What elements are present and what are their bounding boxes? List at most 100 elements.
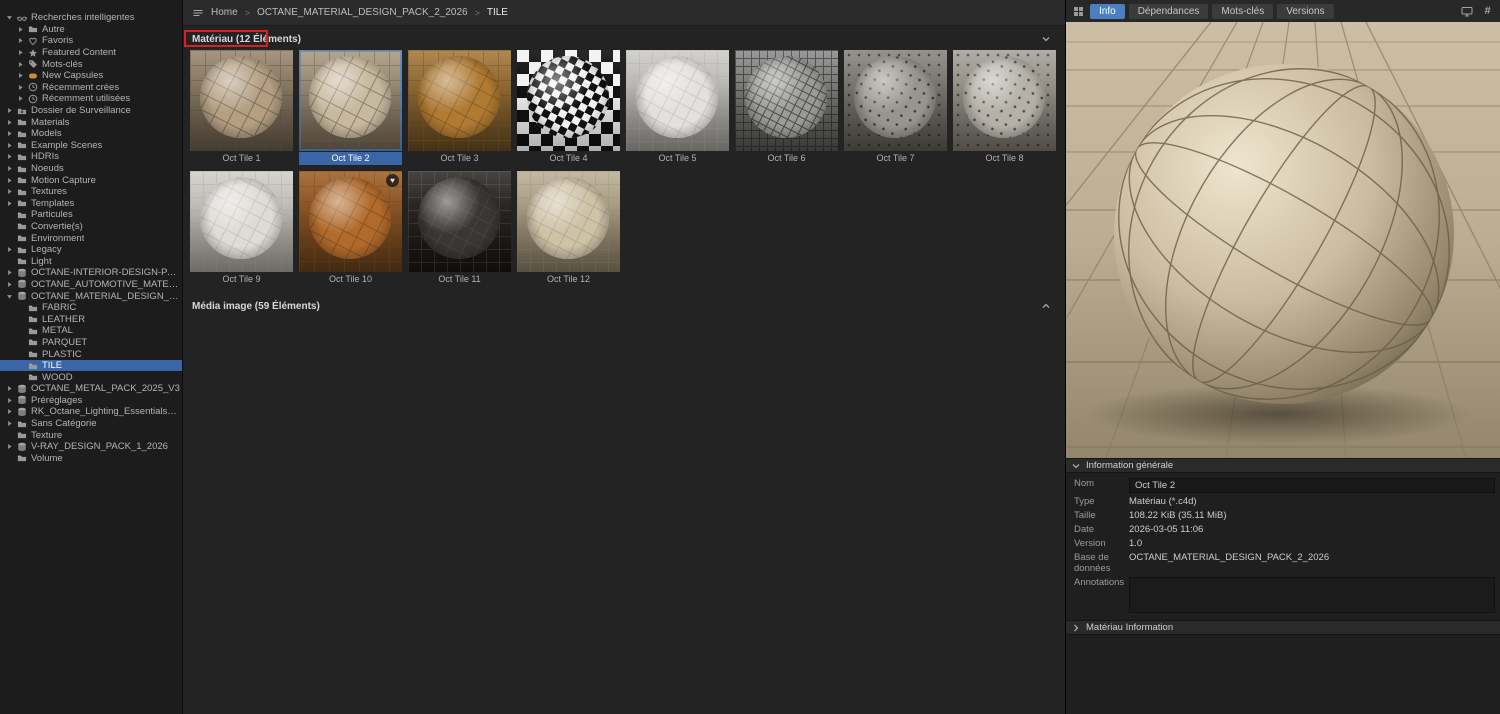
layout-icon[interactable] [1071,4,1086,19]
caret-right-icon[interactable] [6,118,14,126]
sidebar-item-texture[interactable]: Texture [0,429,182,441]
sidebar-item-v-ray-design-pack-1-2026[interactable]: V-RAY_DESIGN_PACK_1_2026 [0,441,182,453]
sidebar-item-light[interactable]: Light [0,255,182,267]
sidebar-item-r-cemment-utilis-es[interactable]: Récemment utilisées [0,93,182,105]
caret-right-icon[interactable] [6,165,14,173]
caret-right-icon[interactable] [6,269,14,277]
material-tile-oct-tile-8[interactable]: Oct Tile 8 [953,50,1056,165]
section-header-material-info[interactable]: Matériau Information [1066,620,1500,635]
caret-right-icon[interactable] [6,385,14,393]
sidebar-item-textures[interactable]: Textures [0,186,182,198]
material-tile-oct-tile-4[interactable]: Oct Tile 4 [517,50,620,165]
chevron-right-icon[interactable] [1071,623,1081,633]
popout-window-icon[interactable] [1459,4,1474,19]
sidebar-item-dossier-de-surveillance[interactable]: Dossier de Surveillance [0,105,182,117]
caret-right-icon[interactable] [6,199,14,207]
material-tile-oct-tile-6[interactable]: Oct Tile 6 [735,50,838,165]
section-header-materials[interactable]: Matériau (12 Éléments) [183,31,1065,47]
favorite-heart-icon[interactable]: ♥ [386,174,399,187]
material-thumbnail[interactable] [190,171,293,272]
sidebar-item-pr-r-glages[interactable]: Préréglages [0,395,182,407]
caret-right-icon[interactable] [17,37,25,45]
caret-right-icon[interactable] [6,246,14,254]
material-tile-oct-tile-5[interactable]: Oct Tile 5 [626,50,729,165]
info-value[interactable]: Oct Tile 2 [1129,478,1495,493]
sidebar-item-metal[interactable]: METAL [0,325,182,337]
sidebar-item-fabric[interactable]: FABRIC [0,302,182,314]
sidebar-item-r-cemment-cr-es[interactable]: Récemment crées [0,82,182,94]
material-thumbnail[interactable] [299,50,402,151]
hash-icon[interactable]: # [1480,4,1495,19]
section-header-media[interactable]: Média image (59 Éléments) [183,298,1065,314]
material-thumbnail[interactable]: ♥ [299,171,402,272]
sidebar-toggle-icon[interactable] [192,8,204,18]
material-tile-oct-tile-3[interactable]: Oct Tile 3 [408,50,511,165]
section-header-general-info[interactable]: Information générale [1066,458,1500,473]
sidebar-item-new-capsules[interactable]: New Capsules [0,70,182,82]
material-thumbnail[interactable] [408,171,511,272]
breadcrumb-item[interactable]: Home [211,7,238,18]
sidebar-item-featured-content[interactable]: Featured Content [0,47,182,59]
sidebar-item-octane-metal-pack-2025-v3[interactable]: OCTANE_METAL_PACK_2025_V3 [0,383,182,395]
material-tile-oct-tile-9[interactable]: Oct Tile 9 [190,171,293,286]
material-tile-oct-tile-12[interactable]: Oct Tile 12 [517,171,620,286]
material-thumbnail[interactable] [735,50,838,151]
material-thumbnail[interactable] [408,50,511,151]
material-thumbnail[interactable] [517,50,620,151]
sidebar-item-materials[interactable]: Materials [0,116,182,128]
chevron-down-icon[interactable] [1041,34,1051,44]
caret-right-icon[interactable] [17,25,25,33]
sidebar-item-favoris[interactable]: Favoris [0,35,182,47]
material-tile-oct-tile-1[interactable]: Oct Tile 1 [190,50,293,165]
sidebar-item-octane-interior-design-pack-1-v3[interactable]: OCTANE-INTERIOR-DESIGN-PACK-1-V3 [0,267,182,279]
sidebar-item-autre[interactable]: Autre [0,24,182,36]
chevron-up-icon[interactable] [1041,301,1051,311]
sidebar-item-noeuds[interactable]: Noeuds [0,163,182,175]
caret-right-icon[interactable] [6,107,14,115]
breadcrumb-item[interactable]: OCTANE_MATERIAL_DESIGN_PACK_2_2026 [257,7,468,18]
sidebar-item-example-scenes[interactable]: Example Scenes [0,140,182,152]
caret-right-icon[interactable] [6,153,14,161]
chevron-down-icon[interactable] [1071,461,1081,471]
material-tile-oct-tile-2[interactable]: Oct Tile 2 [299,50,402,165]
sidebar-item-templates[interactable]: Templates [0,198,182,210]
tab-info[interactable]: Info [1090,4,1125,19]
caret-right-icon[interactable] [6,280,14,288]
caret-down-icon[interactable] [6,292,14,300]
sidebar-item-particules[interactable]: Particules [0,209,182,221]
sidebar-item-mots-cl-s[interactable]: Mots-clés [0,58,182,70]
caret-down-icon[interactable] [6,14,14,22]
breadcrumb-item[interactable]: TILE [487,7,508,18]
sidebar-item-recherches-intelligentes[interactable]: Recherches intelligentes [0,12,182,24]
caret-right-icon[interactable] [6,130,14,138]
caret-right-icon[interactable] [17,83,25,91]
sidebar-item-hdris[interactable]: HDRIs [0,151,182,163]
caret-right-icon[interactable] [17,49,25,57]
caret-right-icon[interactable] [6,443,14,451]
sidebar-item-parquet[interactable]: PARQUET [0,337,182,349]
sidebar-item-wood[interactable]: WOOD [0,371,182,383]
sidebar-item-legacy[interactable]: Legacy [0,244,182,256]
material-thumbnail[interactable] [844,50,947,151]
caret-right-icon[interactable] [6,176,14,184]
caret-right-icon[interactable] [6,396,14,404]
material-tile-oct-tile-7[interactable]: Oct Tile 7 [844,50,947,165]
sidebar-item-motion-capture[interactable]: Motion Capture [0,174,182,186]
caret-right-icon[interactable] [6,420,14,428]
sidebar-item-tile[interactable]: TILE [0,360,182,372]
sidebar-item-models[interactable]: Models [0,128,182,140]
material-thumbnail[interactable] [953,50,1056,151]
caret-right-icon[interactable] [6,408,14,416]
material-thumbnail[interactable] [190,50,293,151]
sidebar-item-octane-material-design-pack-2-2026[interactable]: OCTANE_MATERIAL_DESIGN_PACK_2_2026 [0,290,182,302]
sidebar-item-leather[interactable]: LEATHER [0,313,182,325]
caret-right-icon[interactable] [17,60,25,68]
tab-mots-cl-s[interactable]: Mots-clés [1212,4,1273,19]
caret-right-icon[interactable] [6,188,14,196]
sidebar-item-environment[interactable]: Environment [0,232,182,244]
sidebar-item-plastic[interactable]: PLASTIC [0,348,182,360]
material-tile-oct-tile-11[interactable]: Oct Tile 11 [408,171,511,286]
caret-right-icon[interactable] [17,95,25,103]
material-tile-oct-tile-10[interactable]: ♥Oct Tile 10 [299,171,402,286]
info-value[interactable] [1129,577,1495,613]
